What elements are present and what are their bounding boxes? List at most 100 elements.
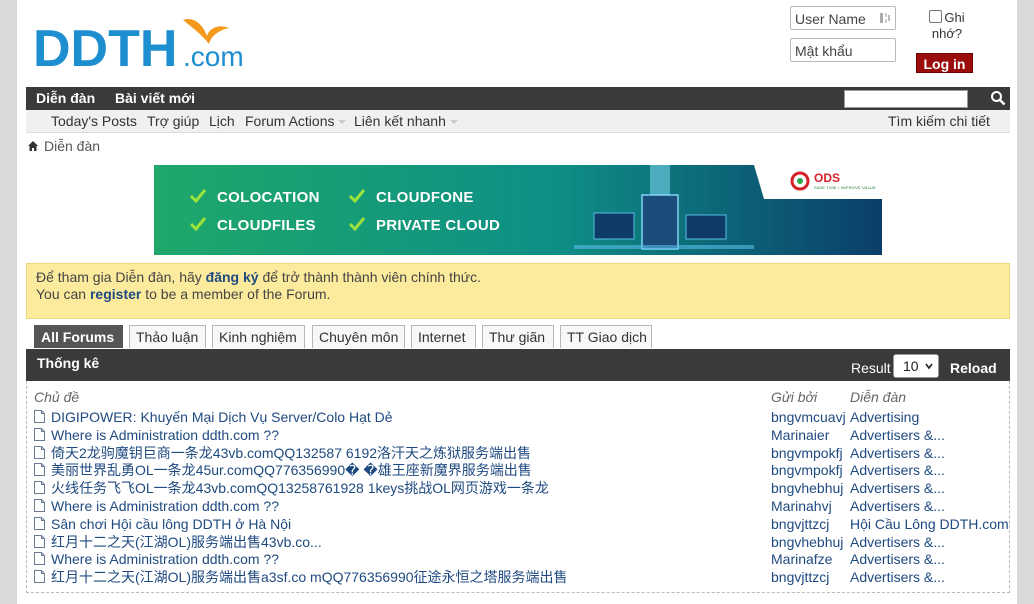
thread-author-link[interactable]: bngvmpokfj bbox=[771, 444, 843, 462]
tab-thu-gian[interactable]: Thư giãn bbox=[482, 325, 554, 348]
chevron-down-icon bbox=[338, 120, 347, 124]
register-link-vi[interactable]: đăng ký bbox=[206, 269, 259, 285]
table-row: 红月十二之天(江湖OL)服务端出售a3sf.co mQQ776356990征途永… bbox=[27, 568, 1011, 586]
search-icon[interactable] bbox=[990, 90, 1006, 106]
nav-tab-new-posts[interactable]: Bài viết mới bbox=[115, 87, 195, 110]
thread-document-icon bbox=[34, 463, 45, 477]
column-header-posted-by: Gửi bởi bbox=[771, 389, 818, 405]
thread-title-link[interactable]: Where is Administration ddth.com ?? bbox=[51, 550, 279, 568]
table-row: Where is Administration ddth.com ?? Marin… bbox=[27, 497, 1011, 515]
notice-en-prefix: You can bbox=[36, 286, 90, 302]
result-count-select[interactable]: 10 bbox=[893, 354, 939, 378]
registration-notice: Để tham gia Diễn đàn, hãy đăng ký để trở… bbox=[26, 263, 1010, 319]
main-navbar: Diễn đàn Bài viết mới bbox=[26, 87, 1010, 110]
check-icon bbox=[349, 217, 365, 231]
banner-item-cloudfone: CLOUDFONE bbox=[376, 189, 474, 206]
notice-vi-prefix: Để tham gia Diễn đàn, hãy bbox=[36, 269, 206, 285]
table-row: Sân chơi Hội cầu lông DDTH ở Hà Nội bngvj… bbox=[27, 515, 1011, 533]
thread-title-link[interactable]: 倚天2龙驹魔钥巨商一条龙43vb.comQQ132587 6192洛汗天之炼狱服… bbox=[51, 444, 531, 462]
table-row: 倚天2龙驹魔钥巨商一条龙43vb.comQQ132587 6192洛汗天之炼狱服… bbox=[27, 444, 1011, 462]
thread-title-link[interactable]: DIGIPOWER: Khuyến Mại Dịch Vụ Server/Col… bbox=[51, 408, 393, 426]
tab-thao-luan[interactable]: Thảo luận bbox=[129, 325, 206, 348]
login-form: User Name Mật khẩu Ghi nhớ? Log in bbox=[790, 6, 1010, 76]
thread-title-link[interactable]: 红月十二之天(江湖OL)服务端出售43vb.co... bbox=[51, 533, 322, 551]
thread-title-link[interactable]: 美丽世界乱勇OL一条龙45ur.comQQ776356990� �雄王座新魔界服… bbox=[51, 461, 532, 479]
column-header-forum: Diễn đàn bbox=[850, 389, 907, 405]
ods-brand: ODS bbox=[814, 171, 841, 185]
thread-author-link[interactable]: Marinahvj bbox=[771, 497, 832, 515]
thread-forum-link[interactable]: Advertisers &... bbox=[850, 479, 945, 497]
thread-title-link[interactable]: Sân chơi Hội cầu lông DDTH ở Hà Nội bbox=[51, 515, 291, 533]
thread-author-link[interactable]: Marinaier bbox=[771, 426, 829, 444]
thread-author-link[interactable]: bngvhebhuj bbox=[771, 479, 843, 497]
thread-author-link[interactable]: bngvmpokfj bbox=[771, 461, 843, 479]
check-icon bbox=[190, 217, 206, 231]
reload-button[interactable]: Reload bbox=[950, 360, 997, 376]
thread-forum-link[interactable]: Advertisers &... bbox=[850, 568, 945, 586]
thread-title-link[interactable]: Where is Administration ddth.com ?? bbox=[51, 426, 279, 444]
thread-title-link[interactable]: 火线任务飞飞OL一条龙43vb.comQQ13258761928 1keys挑战… bbox=[51, 479, 549, 497]
thread-document-icon bbox=[34, 481, 45, 495]
login-button[interactable]: Log in bbox=[916, 53, 973, 73]
thread-forum-link[interactable]: Advertisers &... bbox=[850, 533, 945, 551]
thread-forum-link[interactable]: Hội Cầu Lông DDTH.com bbox=[850, 515, 1009, 533]
thread-forum-link[interactable]: Advertisers &... bbox=[850, 550, 945, 568]
table-row: DIGIPOWER: Khuyến Mại Dịch Vụ Server/Col… bbox=[27, 408, 1011, 426]
remember-me[interactable]: Ghi nhớ? bbox=[922, 10, 972, 42]
banner-item-cloudfiles: CLOUDFILES bbox=[217, 217, 316, 234]
nav-tab-forum[interactable]: Diễn đàn bbox=[36, 87, 95, 110]
username-field[interactable]: User Name bbox=[790, 6, 896, 30]
keyboard-icon[interactable] bbox=[879, 12, 891, 24]
thread-author-link[interactable]: bngvjttzcj bbox=[771, 515, 829, 533]
subnav-todays-posts[interactable]: Today's Posts bbox=[51, 110, 137, 132]
tab-chuyen-mon[interactable]: Chuyên môn bbox=[312, 325, 405, 348]
thread-forum-link[interactable]: Advertisers &... bbox=[850, 444, 945, 462]
search-input[interactable] bbox=[844, 90, 968, 108]
home-icon[interactable] bbox=[27, 140, 39, 152]
table-row: 美丽世界乱勇OL一条龙45ur.comQQ776356990� �雄王座新魔界服… bbox=[27, 461, 1011, 479]
subnav-forum-actions[interactable]: Forum Actions bbox=[245, 110, 347, 132]
sub-navbar: Today's Posts Trợ giúp Lịch Forum Action… bbox=[26, 110, 1010, 133]
banner-background bbox=[154, 165, 882, 255]
thread-author-link[interactable]: Marinafze bbox=[771, 550, 832, 568]
stats-title: Thống kê bbox=[37, 355, 100, 371]
thread-title-link[interactable]: Where is Administration ddth.com ?? bbox=[51, 497, 279, 515]
thread-forum-link[interactable]: Advertisers &... bbox=[850, 426, 945, 444]
logo-suffix-text: .com bbox=[183, 41, 244, 72]
password-placeholder: Mật khẩu bbox=[795, 43, 853, 59]
thread-document-icon bbox=[34, 516, 45, 530]
thread-forum-link[interactable]: Advertisers &... bbox=[850, 497, 945, 515]
page: DDTH .com User Name Mật khẩu Ghi nhớ? Lo… bbox=[17, 0, 1017, 604]
table-row: Where is Administration ddth.com ?? Marin… bbox=[27, 426, 1011, 444]
subnav-calendar[interactable]: Lịch bbox=[209, 110, 235, 132]
register-link-en[interactable]: register bbox=[90, 286, 141, 302]
stats-header: Thống kê Result 10 Reload bbox=[26, 349, 1010, 381]
tab-internet[interactable]: Internet bbox=[411, 325, 476, 348]
notice-line-vi: Để tham gia Diễn đàn, hãy đăng ký để trở… bbox=[36, 269, 1009, 286]
thread-forum-link[interactable]: Advertisers &... bbox=[850, 461, 945, 479]
subnav-advanced-search[interactable]: Tìm kiếm chi tiết bbox=[888, 110, 990, 132]
subnav-help[interactable]: Trợ giúp bbox=[147, 110, 199, 132]
remember-checkbox[interactable] bbox=[929, 10, 943, 23]
password-field[interactable]: Mật khẩu bbox=[790, 38, 896, 62]
thread-forum-link[interactable]: Advertising bbox=[850, 408, 919, 426]
thread-title-link[interactable]: 红月十二之天(江湖OL)服务端出售a3sf.co mQQ776356990征途永… bbox=[51, 568, 568, 586]
thread-author-link[interactable]: bngvjttzcj bbox=[771, 568, 829, 586]
tab-kinh-nghiem[interactable]: Kinh nghiệm bbox=[212, 325, 305, 348]
ods-logo-icon bbox=[790, 171, 810, 191]
table-row: 火线任务飞飞OL一条龙43vb.comQQ13258761928 1keys挑战… bbox=[27, 479, 1011, 497]
ods-banner-ad[interactable]: COLOCATION CLOUDFONE CLOUDFILES PRIVATE … bbox=[154, 165, 882, 255]
quick-links-label: Liên kết nhanh bbox=[354, 113, 446, 129]
breadcrumb: Diễn đàn bbox=[27, 137, 100, 155]
breadcrumb-label[interactable]: Diễn đàn bbox=[44, 138, 100, 154]
tab-tt-giao-dich[interactable]: TT Giao dịch bbox=[560, 325, 652, 348]
tab-all-forums[interactable]: All Forums bbox=[34, 325, 123, 348]
chevron-down-icon bbox=[925, 363, 933, 370]
subnav-quick-links[interactable]: Liên kết nhanh bbox=[354, 110, 458, 132]
thread-author-link[interactable]: bngvhebhuj bbox=[771, 533, 843, 551]
thread-author-link[interactable]: bngvmcuavj bbox=[771, 408, 846, 426]
ods-tagline: SAVE TIME • IMPROVE VALUE bbox=[814, 185, 876, 190]
logo-main-text: DDTH bbox=[33, 20, 177, 74]
ddth-logo[interactable]: DDTH .com bbox=[33, 14, 273, 78]
stats-table: Chủ đề Gửi bởi Diễn đàn DIGIPOWER: Khuyế… bbox=[26, 381, 1010, 593]
